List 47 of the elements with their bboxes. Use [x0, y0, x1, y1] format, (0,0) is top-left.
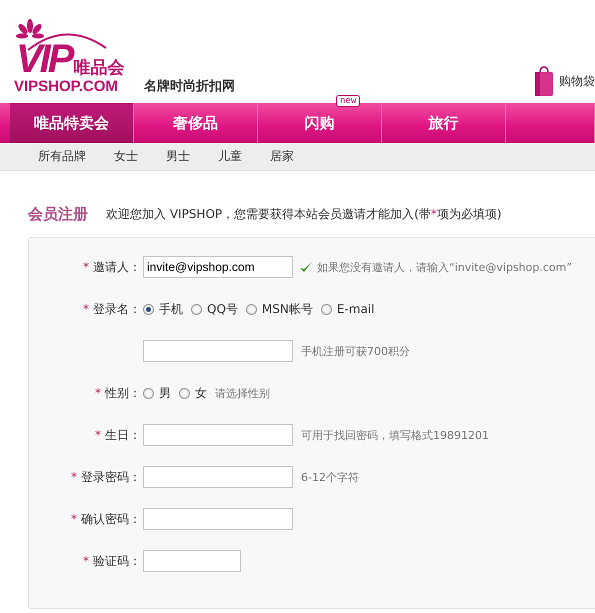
category-link[interactable]: 所有品牌: [38, 148, 86, 165]
field-hint: 6-12个字符: [301, 470, 359, 484]
field-hint: 请选择性别: [215, 386, 270, 400]
radio-option[interactable]: MSN帐号: [246, 300, 313, 318]
field-label: 生日：: [105, 426, 141, 444]
required-asterisk: *: [71, 470, 77, 484]
field-label: 登录名：: [93, 300, 141, 318]
radio-option[interactable]: QQ号: [191, 300, 238, 318]
field-label: 验证码：: [93, 552, 141, 570]
checkmark-icon: [299, 260, 313, 274]
required-asterisk: *: [83, 554, 89, 568]
field-label: 性别：: [105, 384, 141, 402]
text-field[interactable]: [143, 466, 293, 488]
text-field[interactable]: [143, 340, 293, 362]
required-asterisk: *: [83, 260, 89, 274]
category-link[interactable]: 男士: [166, 148, 190, 165]
field-label: 确认密码：: [81, 510, 141, 528]
cart-link[interactable]: 购物袋: [559, 72, 595, 90]
category-link[interactable]: 儿童: [218, 148, 242, 165]
field-hint: 手机注册可获700积分: [301, 344, 410, 358]
category-link[interactable]: 女士: [114, 148, 138, 165]
radio-option[interactable]: 男: [143, 384, 171, 402]
logo-domain: VIPSHOP.COM: [14, 78, 119, 95]
text-field[interactable]: invite@vipshop.com: [143, 256, 293, 278]
logo-name: 唯品会: [73, 58, 124, 78]
text-field[interactable]: [143, 550, 241, 572]
radio-option[interactable]: 女: [179, 384, 207, 402]
field-label: 邀请人：: [93, 258, 141, 276]
tagline: 名牌时尚折扣网: [144, 78, 235, 95]
field-hint: 如果您没有邀请人，请输入“invite@vipshop.com”: [317, 260, 572, 274]
logo-mark: VIP: [16, 40, 72, 78]
intro-text: 欢迎您加入 VIPSHOP，您需要获得本站会员邀请才能加入(带*项为必填项): [106, 206, 502, 222]
nav-tab[interactable]: 唯品特卖会: [10, 103, 134, 143]
required-asterisk: *: [71, 512, 77, 526]
radio-option[interactable]: E-mail: [320, 302, 374, 316]
required-asterisk: *: [95, 386, 101, 400]
field-hint: 可用于找回密码，填写格式19891201: [301, 428, 489, 442]
text-field[interactable]: [143, 424, 293, 446]
required-asterisk: *: [83, 302, 89, 316]
new-badge: new: [336, 95, 360, 107]
radio-option[interactable]: 手机: [143, 300, 183, 318]
page-title: 会员注册: [28, 204, 88, 224]
required-asterisk: *: [95, 428, 101, 442]
text-field[interactable]: [143, 508, 293, 530]
category-link[interactable]: 居家: [270, 148, 294, 165]
shopping-bag-icon[interactable]: [533, 65, 555, 97]
field-label: 登录密码：: [81, 468, 141, 486]
